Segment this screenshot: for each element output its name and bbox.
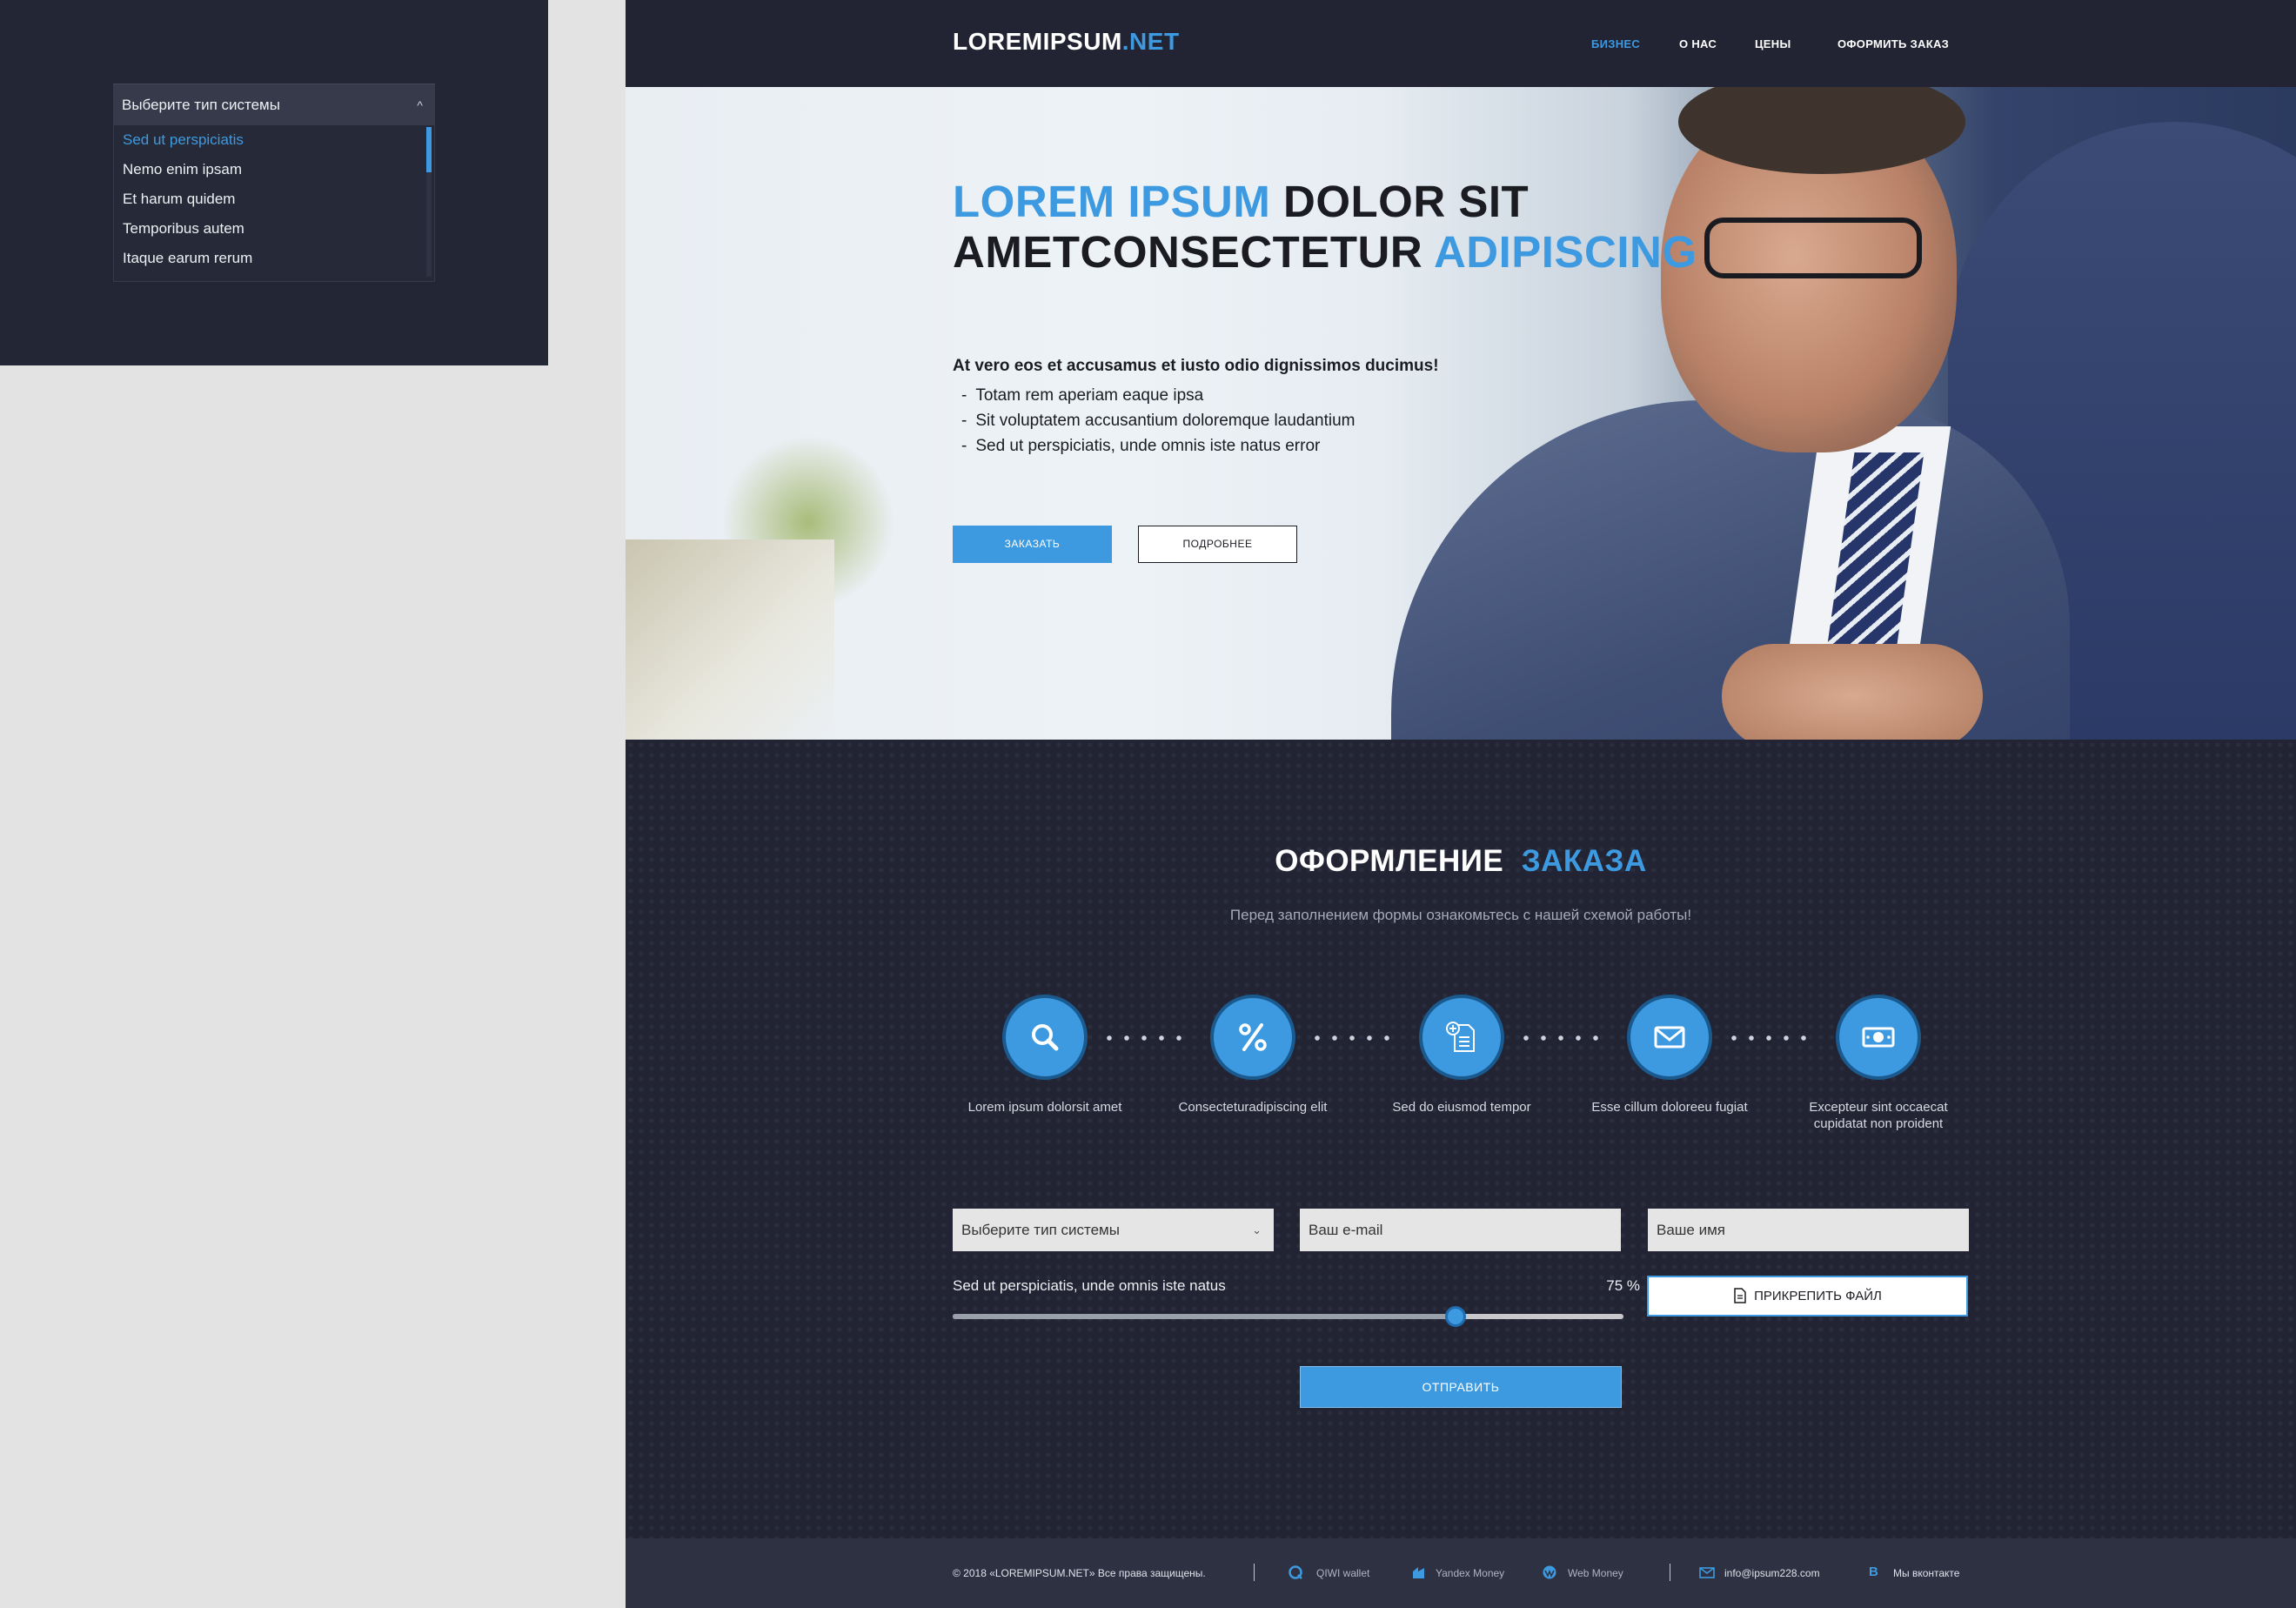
- logo-accent: .NET: [1121, 28, 1180, 55]
- step-connector: [1309, 1035, 1396, 1041]
- envelope-icon: [1654, 1026, 1685, 1049]
- order-button[interactable]: ЗАКАЗАТЬ: [953, 526, 1112, 563]
- hero-bullet: Sed ut perspiciatis, unde omnis iste nat…: [961, 433, 1356, 459]
- step-percent: [1210, 995, 1295, 1080]
- logo-text: LOREMIPSUM: [953, 28, 1122, 55]
- slider-fill: [953, 1314, 1456, 1319]
- dropdown-option[interactable]: Sed ut perspiciatis: [114, 125, 434, 155]
- system-type-select[interactable]: Выберите тип системы ⌄: [953, 1209, 1274, 1251]
- file-icon: [1734, 1287, 1746, 1303]
- step-connector: [1517, 1035, 1604, 1041]
- landing-page: LOREMIPSUM.NET БИЗНЕС О НАС ЦЕНЫ ОФОРМИТ…: [626, 0, 2296, 1608]
- step-document: [1419, 995, 1504, 1080]
- site-logo[interactable]: LOREMIPSUM.NET: [953, 28, 1180, 56]
- slider-value: 75 %: [1606, 1277, 1640, 1294]
- step-label: Lorem ipsum dolorsit amet: [967, 1100, 1122, 1115]
- dropdown-scrollbar[interactable]: [426, 127, 432, 277]
- footer-divider: [1254, 1564, 1255, 1581]
- yandex-money-link[interactable]: Yandex Money: [1436, 1567, 1504, 1579]
- nav-place-order[interactable]: ОФОРМИТЬ ЗАКАЗ: [1837, 37, 1949, 50]
- hero-title-part-1: DOLOR SIT: [1270, 177, 1530, 226]
- percent-icon: [1239, 1023, 1267, 1051]
- qiwi-link[interactable]: QIWI wallet: [1316, 1567, 1369, 1579]
- step-mail: [1627, 995, 1712, 1080]
- hero-lead: At vero eos et accusamus et iusto odio d…: [953, 357, 1439, 375]
- nav-business[interactable]: БИЗНЕС: [1591, 37, 1640, 50]
- qiwi-icon: [1289, 1565, 1302, 1579]
- dropdown-list: Sed ut perspiciatis Nemo enim ipsam Et h…: [113, 125, 435, 282]
- vk-link[interactable]: Мы вконтакте: [1893, 1567, 1959, 1579]
- step-connector: [1101, 1035, 1188, 1041]
- attach-file-label: ПРИКРЕПИТЬ ФАЙЛ: [1754, 1289, 1882, 1303]
- slider-handle[interactable]: [1445, 1306, 1467, 1327]
- step-label: Excepteur sint occaecat cupidatat non pr…: [1809, 1100, 1948, 1131]
- attach-file-button[interactable]: ПРИКРЕПИТЬ ФАЙЛ: [1647, 1276, 1968, 1317]
- nav-about[interactable]: О НАС: [1679, 37, 1717, 50]
- scrollbar-thumb[interactable]: [426, 127, 432, 172]
- step-connector: [1725, 1035, 1812, 1041]
- step-money: [1836, 995, 1921, 1080]
- step-label: Consecteturadipiscing elit: [1178, 1100, 1328, 1115]
- name-field[interactable]: Ваше имя: [1648, 1209, 1969, 1251]
- document-add-icon: [1446, 1022, 1475, 1052]
- webmoney-icon: [1543, 1565, 1556, 1579]
- site-header: LOREMIPSUM.NET БИЗНЕС О НАС ЦЕНЫ ОФОРМИТ…: [626, 0, 2296, 87]
- dropdown-option[interactable]: Nemo enim ipsam: [114, 155, 434, 184]
- background-laptop: [626, 539, 834, 740]
- mail-icon: [1699, 1567, 1715, 1578]
- order-title-accent: ЗАКАЗА: [1521, 844, 1647, 878]
- hero-title: LOREM IPSUM DOLOR SIT AMETCONSECTETUR AD…: [953, 177, 1736, 278]
- more-button[interactable]: ПОДРОБНЕЕ: [1138, 526, 1297, 563]
- hero-photo-hand: [1722, 644, 1983, 740]
- nav-prices[interactable]: ЦЕНЫ: [1755, 37, 1791, 50]
- hero-section: LOREM IPSUM DOLOR SIT AMETCONSECTETUR AD…: [626, 87, 2296, 740]
- slider-label: Sed ut perspiciatis, unde omnis iste nat…: [953, 1277, 1226, 1294]
- yandex-money-icon: [1413, 1567, 1424, 1578]
- step-label: Esse cillum doloreeu fugiat: [1591, 1100, 1748, 1115]
- hero-photo-glasses: [1704, 218, 1922, 278]
- percentage-slider[interactable]: [953, 1306, 1623, 1327]
- footer-email[interactable]: info@ipsum228.com: [1724, 1567, 1820, 1579]
- money-icon: [1862, 1027, 1895, 1048]
- submit-button[interactable]: ОТПРАВИТЬ: [1300, 1366, 1622, 1408]
- step-label: Sed do eiusmod tempor: [1392, 1100, 1531, 1115]
- hero-bullet-list: Totam rem aperiam eaque ipsa Sit volupta…: [961, 383, 1356, 459]
- copyright: © 2018 «LOREMIPSUM.NET» Все права защище…: [953, 1567, 1206, 1579]
- hero-bullet: Totam rem aperiam eaque ipsa: [961, 383, 1356, 408]
- email-field[interactable]: Ваш e-mail: [1300, 1209, 1621, 1251]
- order-title: ОФОРМЛЕНИЕ ЗАКАЗА: [626, 844, 2296, 879]
- chevron-down-icon: ⌄: [1252, 1223, 1262, 1236]
- system-type-select-open[interactable]: Выберите тип системы ^: [113, 84, 435, 125]
- dropdown-option[interactable]: Et harum quidem: [114, 184, 434, 214]
- order-title-main: ОФОРМЛЕНИЕ: [1275, 844, 1504, 878]
- hero-title-accent-2: ADIPISCING: [1433, 227, 1697, 277]
- chevron-up-icon: ^: [417, 98, 423, 112]
- step-search: [1002, 995, 1088, 1080]
- vk-icon: B: [1869, 1564, 1878, 1579]
- dropdown-option[interactable]: Itaque earum rerum: [114, 244, 434, 273]
- hero-title-accent-1: LOREM IPSUM: [953, 177, 1271, 226]
- hero-title-part-2: AMETCONSECTETUR: [953, 227, 1434, 277]
- hero-bullet: Sit voluptatem accusantium doloremque la…: [961, 408, 1355, 433]
- dropdown-option[interactable]: Temporibus autem: [114, 214, 434, 244]
- system-type-select-value: Выберите тип системы: [961, 1222, 1120, 1238]
- order-section: ОФОРМЛЕНИЕ ЗАКАЗА Перед заполнением форм…: [626, 740, 2296, 1538]
- select-label: Выберите тип системы: [122, 97, 280, 113]
- search-icon: [1032, 1024, 1059, 1051]
- dropdown-demo-panel: Выберите тип системы ^ Sed ut perspiciat…: [0, 0, 548, 365]
- webmoney-link[interactable]: Web Money: [1568, 1567, 1623, 1579]
- site-footer: © 2018 «LOREMIPSUM.NET» Все права защище…: [626, 1538, 2296, 1608]
- order-subtitle: Перед заполнением формы ознакомьтесь с н…: [1229, 907, 1692, 923]
